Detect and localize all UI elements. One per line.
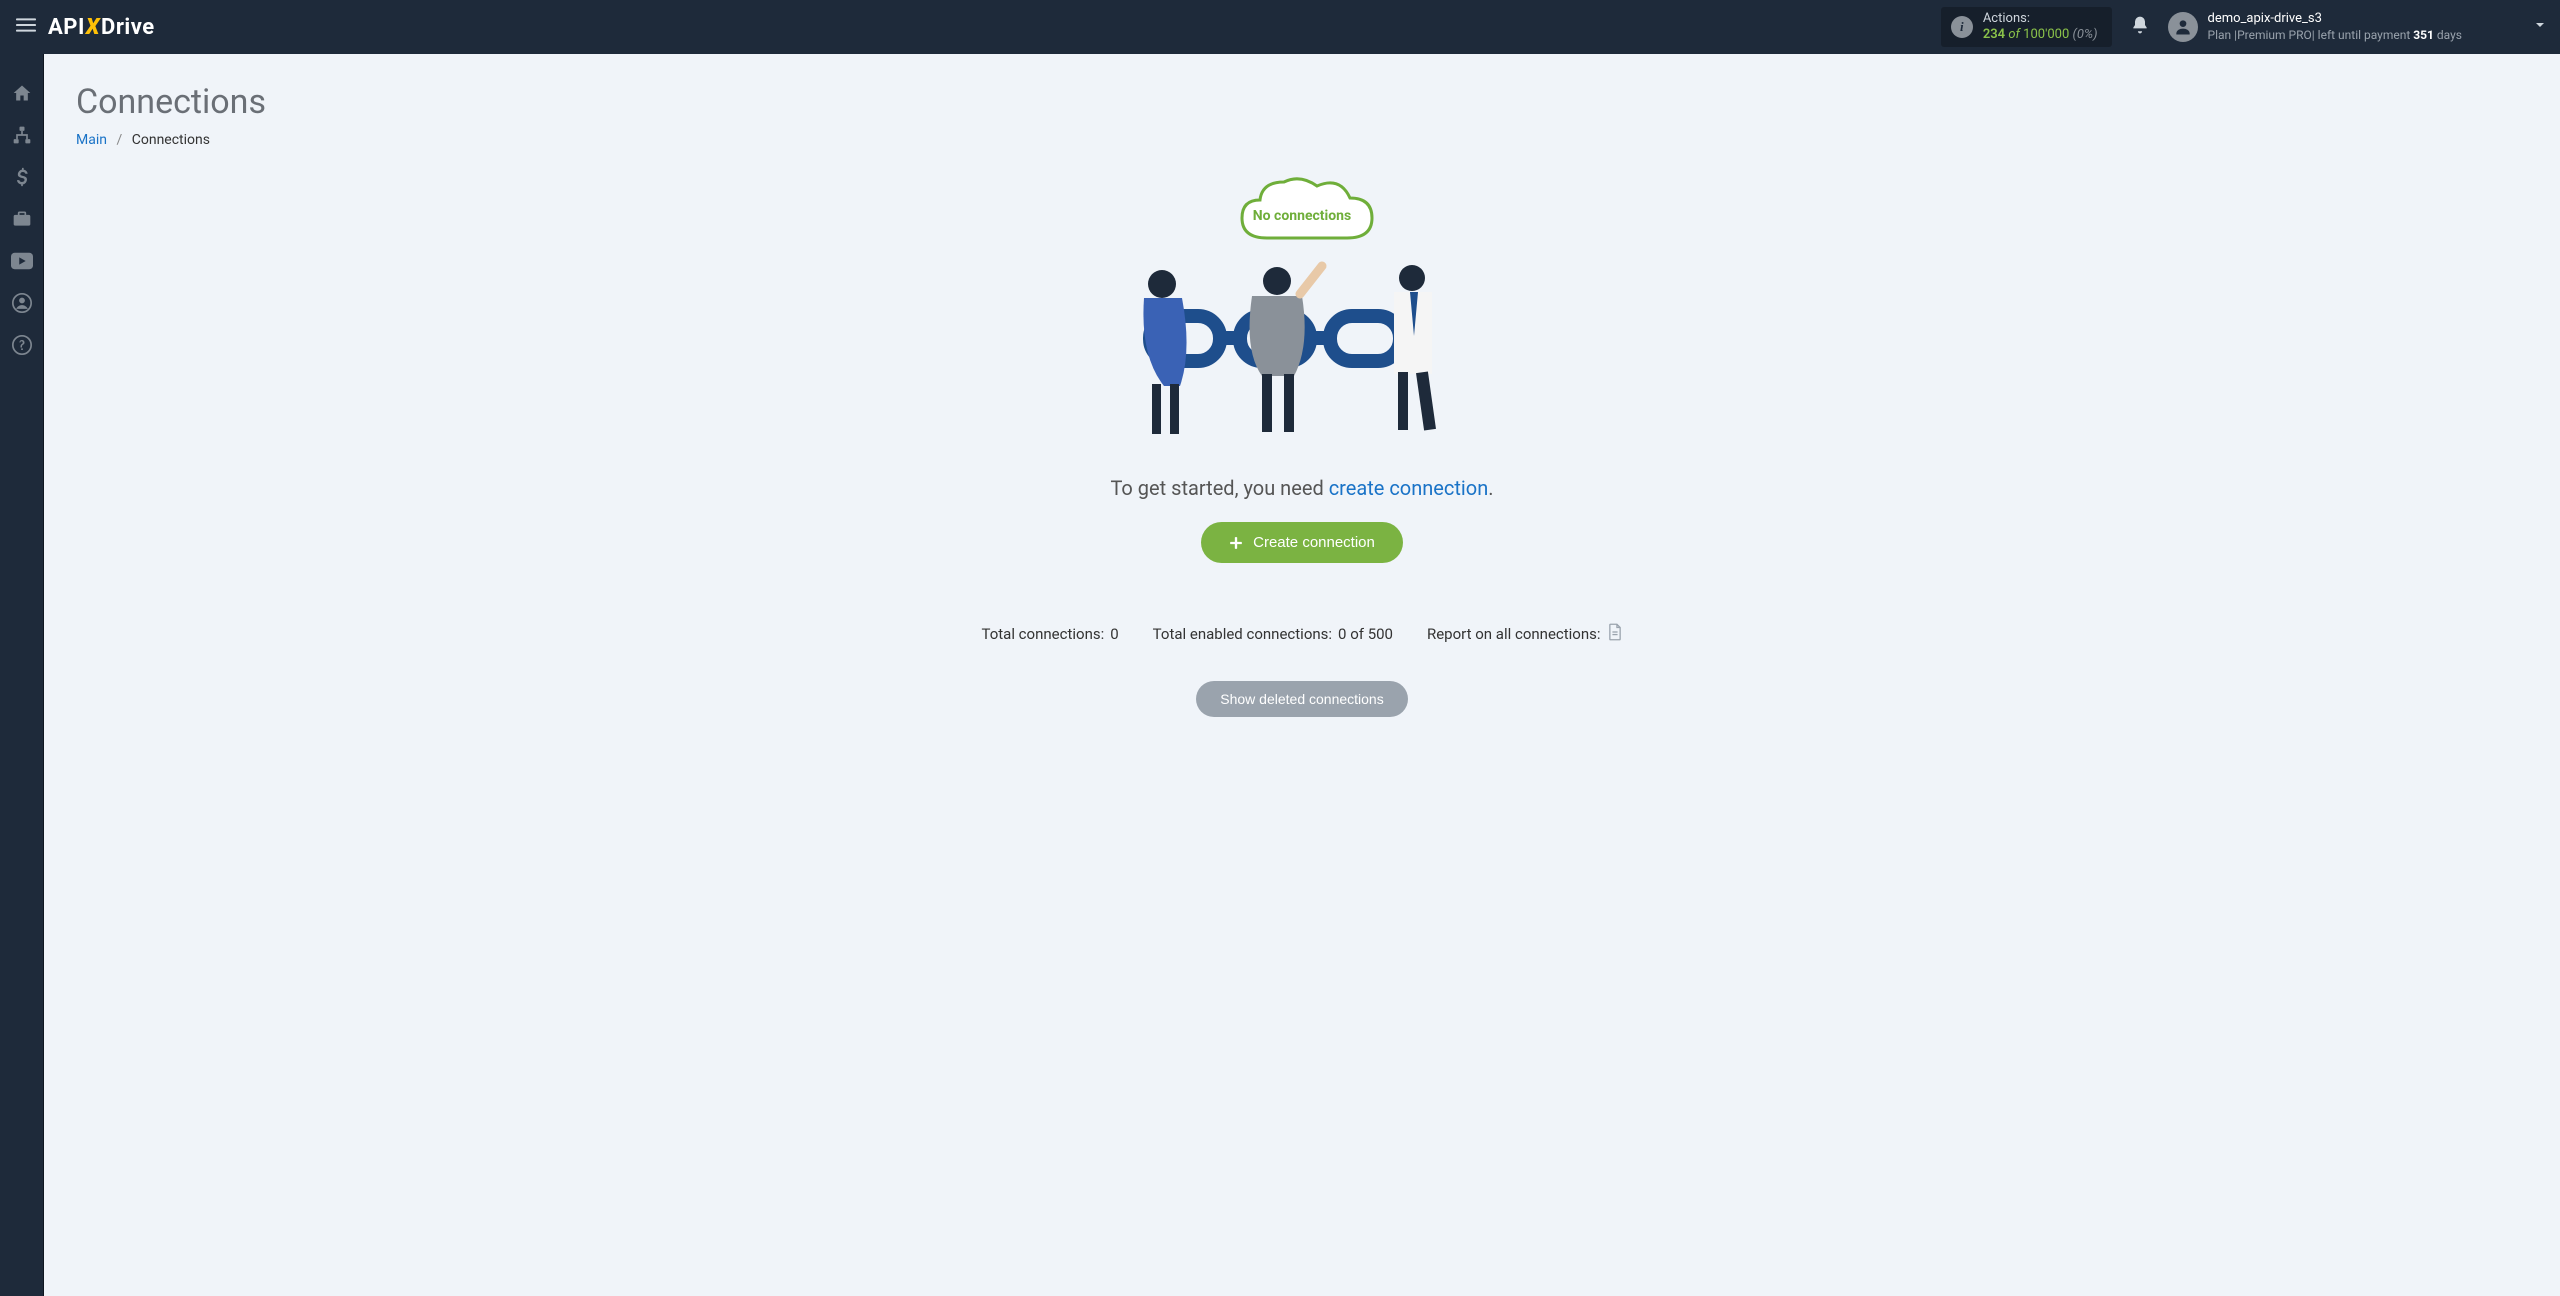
stat-report: Report on all connections: bbox=[1427, 623, 1623, 645]
user-plan: Plan |Premium PRO| left until payment 35… bbox=[2208, 28, 2462, 43]
notifications-button[interactable] bbox=[2130, 15, 2150, 39]
actions-total: 100'000 bbox=[2023, 27, 2069, 42]
people-chain-illustration bbox=[1122, 256, 1482, 446]
plus-icon bbox=[1229, 536, 1243, 550]
user-menu[interactable]: demo_apix-drive_s3 Plan |Premium PRO| le… bbox=[2168, 11, 2548, 42]
sidebar-item-home[interactable] bbox=[11, 82, 33, 104]
actions-count: 234 bbox=[1983, 27, 2005, 42]
user-name: demo_apix-drive_s3 bbox=[2208, 11, 2462, 27]
actions-label: Actions: bbox=[1983, 11, 2098, 27]
home-icon bbox=[12, 83, 32, 103]
stat-total-connections: Total connections: 0 bbox=[981, 625, 1118, 643]
main-content: Connections Main / Connections No connec… bbox=[44, 54, 2560, 1296]
sidebar-item-help[interactable] bbox=[11, 334, 33, 356]
sidebar-item-video[interactable] bbox=[11, 250, 33, 272]
download-report-button[interactable] bbox=[1607, 623, 1623, 645]
sidebar bbox=[0, 54, 44, 1296]
info-icon: i bbox=[1951, 16, 1973, 38]
page-title: Connections bbox=[76, 82, 2528, 122]
create-connection-button-label: Create connection bbox=[1253, 534, 1375, 551]
logo-text-api: API bbox=[48, 15, 85, 40]
empty-illustration: No connections bbox=[1122, 168, 1482, 450]
get-started-text: To get started, you need create connecti… bbox=[76, 476, 2528, 500]
actions-percent: (0%) bbox=[2073, 27, 2098, 42]
dollar-icon bbox=[12, 167, 32, 187]
sitemap-icon bbox=[12, 125, 32, 145]
show-deleted-connections-button[interactable]: Show deleted connections bbox=[1196, 681, 1407, 717]
actions-text: Actions: 234 of 100'000 (0%) bbox=[1983, 11, 2098, 44]
app-header: APIXDrive i Actions: 234 of 100'000 (0%)… bbox=[0, 0, 2560, 54]
user-info: demo_apix-drive_s3 Plan |Premium PRO| le… bbox=[2208, 11, 2462, 42]
sidebar-item-account[interactable] bbox=[11, 292, 33, 314]
menu-toggle-button[interactable] bbox=[12, 11, 40, 43]
cloud-icon: No connections bbox=[1222, 168, 1382, 258]
help-icon bbox=[12, 335, 32, 355]
chevron-down-icon bbox=[2532, 17, 2548, 33]
user-menu-chevron bbox=[2472, 17, 2548, 37]
create-connection-button[interactable]: Create connection bbox=[1201, 522, 1403, 563]
sidebar-item-briefcase[interactable] bbox=[11, 208, 33, 230]
youtube-icon bbox=[11, 252, 33, 270]
actions-of: of bbox=[2008, 27, 2020, 42]
breadcrumb: Main / Connections bbox=[76, 132, 2528, 148]
sidebar-item-billing[interactable] bbox=[11, 166, 33, 188]
avatar bbox=[2168, 12, 2198, 42]
cloud-text: No connections bbox=[1253, 208, 1351, 224]
actions-usage-box[interactable]: i Actions: 234 of 100'000 (0%) bbox=[1941, 7, 2112, 48]
breadcrumb-main-link[interactable]: Main bbox=[76, 132, 107, 148]
document-icon bbox=[1607, 623, 1623, 641]
breadcrumb-current: Connections bbox=[132, 132, 210, 148]
user-circle-icon bbox=[12, 293, 32, 313]
briefcase-icon bbox=[12, 209, 32, 229]
user-icon bbox=[2173, 17, 2193, 37]
logo-text-x: X bbox=[86, 15, 100, 40]
bell-icon bbox=[2130, 15, 2150, 35]
logo-text-drive: Drive bbox=[101, 15, 155, 40]
hamburger-icon bbox=[16, 15, 36, 35]
stat-enabled-connections: Total enabled connections: 0 of 500 bbox=[1153, 625, 1393, 643]
empty-state: No connections bbox=[76, 168, 2528, 717]
sidebar-item-connections[interactable] bbox=[11, 124, 33, 146]
stats-row: Total connections: 0 Total enabled conne… bbox=[76, 623, 2528, 645]
breadcrumb-separator: / bbox=[116, 132, 122, 148]
app-logo[interactable]: APIXDrive bbox=[48, 15, 155, 40]
create-connection-link[interactable]: create connection bbox=[1329, 476, 1489, 500]
